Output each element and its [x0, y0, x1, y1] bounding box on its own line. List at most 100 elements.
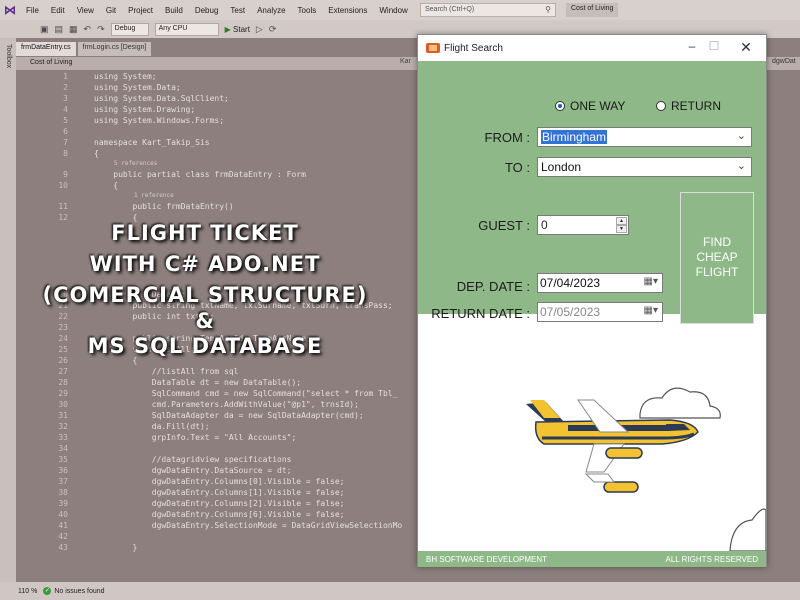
code-line[interactable]: 34: [16, 444, 68, 455]
new-item-icon[interactable]: ▣: [40, 24, 49, 35]
codelens-references[interactable]: 5 references: [114, 160, 157, 171]
code-line[interactable]: 41 dgwDataEntry.SelectionMode = DataGrid…: [16, 521, 402, 532]
code-line[interactable]: 35 //datagridview specifications: [16, 455, 291, 466]
dep-date-value: 07/04/2023: [540, 276, 601, 290]
menu-extensions[interactable]: Extensions: [322, 6, 373, 15]
from-select[interactable]: Birmingham ⌄: [537, 127, 752, 147]
hot-reload-icon[interactable]: ⟳: [269, 24, 277, 35]
code-line[interactable]: 36 dgwDataEntry.DataSource = dt;: [16, 466, 291, 477]
window-titlebar[interactable]: Flight Search – ☐ ✕: [418, 35, 766, 61]
toolbox-strip[interactable]: Toolbox: [0, 38, 16, 583]
code-line[interactable]: 29 SqlCommand cmd = new SqlCommand("sele…: [16, 389, 397, 400]
return-label: RETURN: [671, 99, 721, 113]
redo-icon[interactable]: ↷: [97, 24, 105, 35]
code-line[interactable]: 37 dgwDataEntry.Columns[0].Visible = fal…: [16, 477, 344, 488]
code-line[interactable]: 42: [16, 532, 68, 543]
menu-git[interactable]: Git: [100, 6, 122, 15]
code-line[interactable]: 4 using System.Drawing;: [16, 105, 195, 116]
code-line[interactable]: 5 using System.Windows.Forms;: [16, 116, 224, 127]
code-line[interactable]: 30 cmd.Parameters.AddWithValue("@p1", tr…: [16, 400, 359, 411]
code-line[interactable]: 9 public partial class frmDataEntry : Fo…: [16, 170, 306, 181]
return-radio-indicator: [656, 101, 666, 111]
from-value: Birmingham: [541, 130, 608, 144]
start-button[interactable]: ▶ Start: [225, 25, 250, 34]
code-line[interactable]: 11 public frmDataEntry(): [16, 202, 233, 213]
find-cheap-flight-button[interactable]: FIND CHEAP FLIGHT: [680, 192, 754, 324]
code-line[interactable]: 10 {: [16, 181, 118, 192]
zoom-level[interactable]: 110 %: [18, 588, 37, 595]
to-select[interactable]: London ⌄: [537, 157, 752, 177]
code-text: using System;: [94, 72, 157, 81]
chevron-down-icon: ⌄: [736, 160, 746, 172]
line-number: 38: [58, 488, 68, 497]
line-number: 34: [58, 444, 68, 453]
menu-analyze[interactable]: Analyze: [251, 6, 291, 15]
code-line[interactable]: 32 da.Fill(dt);: [16, 422, 209, 433]
promo-line-2: WITH C# ADO.NET: [89, 252, 321, 276]
navbar-project-label: Cost of Living: [30, 59, 73, 66]
menu-project[interactable]: Project: [122, 6, 159, 15]
search-icon: ⚲: [545, 5, 551, 14]
code-line[interactable]: 38 dgwDataEntry.Columns[1].Visible = fal…: [16, 488, 344, 499]
code-text: {: [94, 149, 99, 158]
code-text: namespace Kart_Takip_Sis: [94, 138, 210, 147]
tab-frmlogin-design[interactable]: frmLogin.cs [Design]: [77, 42, 152, 56]
one-way-radio[interactable]: ONE WAY: [555, 99, 625, 113]
issues-indicator[interactable]: ✓ No issues found: [43, 587, 105, 595]
code-line[interactable]: 33 grpInfo.Text = "All Accounts";: [16, 433, 296, 444]
code-line[interactable]: 27 //listAll from sql: [16, 367, 238, 378]
code-line[interactable]: 39 dgwDataEntry.Columns[2].Visible = fal…: [16, 499, 344, 510]
configuration-select[interactable]: Debug: [110, 22, 149, 36]
guest-stepper[interactable]: 0 ▲ ▼: [537, 215, 629, 235]
menu-tools[interactable]: Tools: [292, 6, 323, 15]
codelens-references[interactable]: 1 reference: [134, 192, 174, 203]
line-number: 4: [63, 105, 68, 114]
code-line[interactable]: 1 using System;: [16, 72, 156, 83]
tab-frmdataentry[interactable]: frmDataEntry.cs: [16, 42, 76, 56]
line-number: 10: [58, 181, 68, 190]
close-button[interactable]: ✕: [736, 39, 756, 57]
dep-date-picker[interactable]: 07/04/2023 ▦▾: [537, 273, 663, 293]
menu-debug[interactable]: Debug: [189, 6, 225, 15]
cloud-bottom-right-icon: [729, 508, 766, 551]
minimize-button[interactable]: –: [682, 39, 702, 57]
line-number: 8: [63, 149, 68, 158]
ide-search-input[interactable]: Search (Ctrl+Q) ⚲: [420, 3, 556, 17]
code-text: using System.Drawing;: [94, 105, 196, 114]
stepper-down-icon[interactable]: ▼: [616, 225, 627, 233]
menu-build[interactable]: Build: [159, 6, 189, 15]
code-text: //datagridview specifications: [94, 455, 292, 464]
menu-test[interactable]: Test: [224, 6, 251, 15]
visual-studio-logo-icon: ⋈: [4, 3, 16, 17]
find-line-2: CHEAP: [696, 250, 738, 264]
menu-edit[interactable]: Edit: [45, 6, 71, 15]
class-navigation-dropdown[interactable]: Kar: [400, 58, 411, 65]
return-radio[interactable]: RETURN: [656, 99, 721, 113]
stepper-up-icon[interactable]: ▲: [616, 217, 627, 225]
code-line[interactable]: 3 using System.Data.SqlClient;: [16, 94, 229, 105]
code-line[interactable]: 6: [16, 127, 68, 138]
line-number: 28: [58, 378, 68, 387]
menu-view[interactable]: View: [71, 6, 100, 15]
code-line[interactable]: 8{: [16, 149, 99, 160]
undo-icon[interactable]: ↶: [84, 24, 92, 35]
save-icon[interactable]: ▦: [69, 24, 78, 35]
to-value: London: [541, 160, 582, 174]
code-line[interactable]: 43 }: [16, 543, 137, 554]
calendar-dropdown-icon[interactable]: ▦▾: [644, 276, 658, 287]
code-line[interactable]: 7 namespace Kart_Takip_Sis: [16, 138, 209, 149]
menu-file[interactable]: File: [20, 6, 45, 15]
menu-window[interactable]: Window: [373, 6, 413, 15]
platform-select[interactable]: Any CPU: [154, 22, 219, 36]
line-number: 32: [58, 422, 68, 431]
code-line[interactable]: 40 dgwDataEntry.Columns[6].Visible = fal…: [16, 510, 344, 521]
code-line[interactable]: 31 SqlDataAdapter da = new SqlDataAdapte…: [16, 411, 363, 422]
maximize-button[interactable]: ☐: [704, 39, 724, 57]
line-number: 37: [58, 477, 68, 486]
solution-name-badge[interactable]: Cost of Living: [566, 3, 619, 17]
code-line[interactable]: 28 DataTable dt = new DataTable();: [16, 378, 301, 389]
code-line[interactable]: 2 using System.Data;: [16, 83, 181, 94]
open-icon[interactable]: ▤: [55, 24, 64, 35]
member-navigation-dropdown[interactable]: dgwDat: [772, 58, 796, 65]
run-without-debug-icon[interactable]: ▷: [256, 24, 263, 35]
